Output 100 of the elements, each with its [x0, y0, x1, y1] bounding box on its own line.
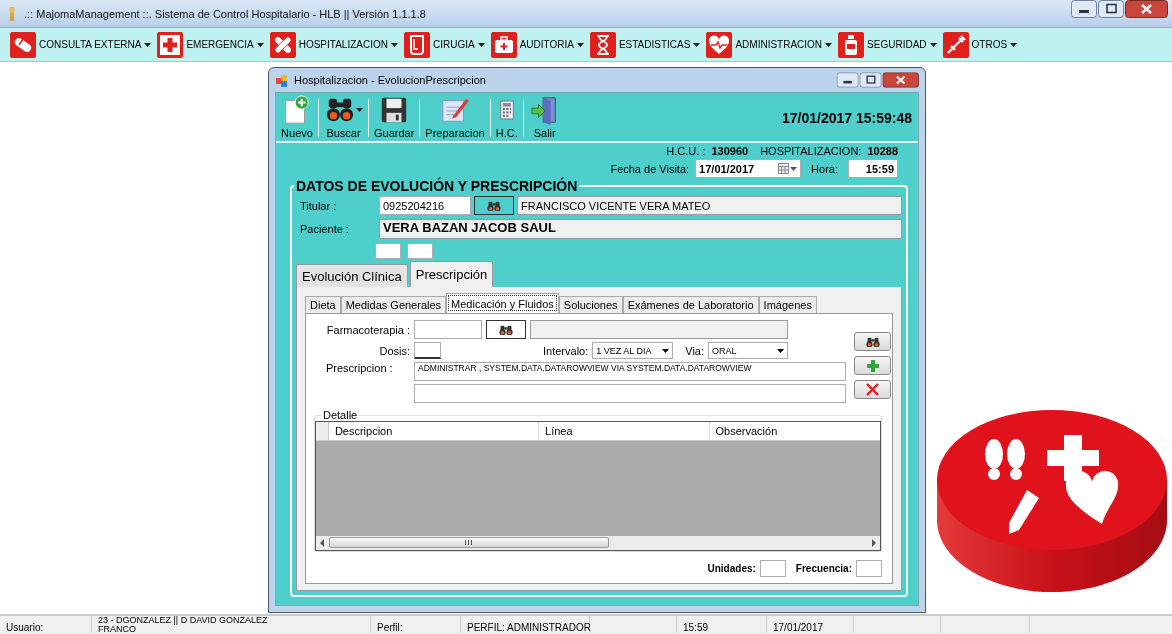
caret-icon — [256, 42, 264, 47]
bottle-icon — [838, 31, 865, 58]
input-field[interactable] — [414, 384, 846, 403]
date-time: 17/01/2017 15:59:48 — [782, 110, 913, 126]
menu-item[interactable]: ADMINISTRACION — [706, 30, 835, 59]
tab[interactable]: Medicación y Fluidos — [446, 293, 559, 313]
status-date: 17/01/2017 — [773, 622, 824, 633]
interval-label: Intervalo: — [543, 344, 589, 357]
tab[interactable]: Prescripción — [409, 261, 494, 287]
window-title: Hospitalizacion - EvolucionPrescripcion — [294, 74, 487, 86]
delete-button[interactable] — [854, 380, 891, 399]
toolbar-button[interactable]: Guardar — [371, 95, 418, 141]
search-button[interactable] — [854, 332, 891, 351]
visit-date-label: Fecha de Visita: — [610, 162, 690, 175]
titular-label: Titular : — [299, 199, 338, 212]
caret-icon — [1010, 42, 1018, 47]
caret-icon — [825, 42, 833, 47]
column-header[interactable]: Descripcion — [328, 422, 539, 440]
window-title: .:: MajomaManagement ::. Sistema de Control Hospitalario - HLB || Versión 1.1.1.8 — [24, 7, 427, 20]
interval-dropdown[interactable]: 1 VEZ AL DIA — [592, 342, 674, 359]
status-time: 15:59 — [683, 622, 709, 633]
profile-label: Perfil: — [377, 622, 403, 633]
caret-icon — [693, 42, 701, 47]
scroll-right-icon — [871, 539, 877, 547]
tab[interactable]: Imágenes — [758, 296, 817, 313]
cross-icon — [157, 31, 184, 58]
caret-icon — [790, 166, 798, 171]
units-field[interactable] — [759, 560, 786, 577]
frequency-label: Frecuencia: — [795, 563, 852, 574]
detail-title: Detalle — [322, 409, 359, 421]
titular-name-field: FRANCISCO VICENTE VERA MATEO — [517, 196, 902, 215]
input-field[interactable] — [375, 243, 401, 259]
prescription-label: Prescripcion : — [325, 362, 394, 374]
menu-item[interactable]: CONSULTA EXTERNA — [10, 30, 154, 59]
add-button[interactable] — [854, 356, 891, 375]
time-field[interactable]: 15:59 — [848, 159, 898, 178]
scroll-left-icon — [319, 539, 325, 547]
prescription-field[interactable]: ADMINISTRAR , SYSTEM.DATA.DATAROWVIEW VIA SYSTEM.DATA.DATAROWVIEW — [414, 362, 846, 381]
dose-field[interactable] — [414, 342, 441, 359]
search-button[interactable] — [486, 320, 526, 339]
tab[interactable]: Soluciones — [558, 296, 623, 313]
scrollbar-thumb[interactable] — [329, 537, 609, 548]
caret-icon — [144, 42, 152, 47]
hospitalization-label: HOSPITALIZACION: — [760, 145, 862, 157]
caret-icon — [929, 42, 937, 47]
titular-id-field[interactable]: 0925204216 — [379, 196, 471, 215]
hcu-value: 130960 — [711, 145, 749, 157]
maximize-button[interactable] — [859, 72, 882, 88]
syringe-icon — [942, 31, 969, 58]
plus-icon — [866, 359, 879, 372]
caret-icon — [477, 42, 485, 47]
caret-icon — [576, 42, 584, 47]
close-button[interactable] — [882, 72, 919, 88]
toolbar-button[interactable]: H.C. — [492, 95, 521, 141]
caret-icon — [777, 348, 784, 353]
date-picker[interactable]: 17/01/2017 — [695, 159, 802, 178]
toolbar-button[interactable]: Salir — [525, 95, 564, 141]
toolbar-button[interactable]: Buscar — [321, 95, 366, 141]
menu-item[interactable]: EMERGENCIA — [157, 30, 266, 59]
column-header[interactable]: Línea — [539, 422, 710, 440]
pill-icon — [10, 31, 36, 58]
tab[interactable]: Exámenes de Laboratorio — [622, 296, 759, 313]
minimize-button[interactable] — [836, 72, 859, 88]
hospitalization-value: 10288 — [867, 145, 898, 157]
hourglass-icon — [589, 31, 616, 58]
user-value: 23 - DGONZALEZ || D DAVID GONZALEZ FRANCO — [98, 616, 269, 633]
route-label: Via: — [685, 344, 704, 357]
frequency-field[interactable] — [856, 560, 882, 577]
menu-item[interactable]: CIRUGIA — [403, 30, 487, 59]
patient-label: Paciente : — [299, 223, 350, 235]
calendar-icon — [778, 163, 790, 174]
menu-item[interactable]: OTROS — [942, 30, 1020, 59]
input-field[interactable] — [407, 243, 433, 259]
caret-icon — [390, 42, 398, 47]
minimize-button[interactable] — [1071, 0, 1097, 18]
route-dropdown[interactable]: ORAL — [708, 342, 788, 359]
menu-item[interactable]: ESTADISTICAS — [589, 30, 703, 59]
tab[interactable]: Evolución Clínica — [296, 264, 408, 287]
search-button[interactable] — [474, 196, 514, 215]
toolbar-button[interactable]: Preparacion — [422, 95, 488, 141]
column-header[interactable]: Observación — [709, 422, 880, 440]
horizontal-scrollbar[interactable] — [316, 536, 880, 550]
menu-item[interactable]: SEGURIDAD — [838, 30, 939, 59]
caret-icon — [662, 348, 670, 353]
tab[interactable]: Medidas Generales — [340, 296, 447, 313]
x-icon — [866, 383, 879, 396]
tab[interactable]: Dieta — [305, 296, 341, 313]
time-label: Hora: — [811, 162, 838, 175]
close-button[interactable] — [1125, 0, 1168, 18]
medical-kit-icon — [490, 31, 517, 58]
binoculars-icon — [487, 199, 501, 212]
patient-name-field: VERA BAZAN JACOB SAUL — [379, 219, 902, 239]
user-label: Usuario: — [6, 622, 44, 633]
profile-value: PERFIL: ADMINISTRADOR — [467, 622, 591, 633]
dose-label: Dosis: — [378, 344, 410, 357]
menu-item[interactable]: AUDITORIA — [490, 30, 586, 59]
menu-item[interactable]: HOSPITALIZACION — [269, 30, 400, 59]
drug-code-field[interactable] — [414, 320, 482, 339]
maximize-button[interactable] — [1098, 0, 1124, 18]
toolbar-button[interactable]: Nuevo — [278, 95, 316, 141]
